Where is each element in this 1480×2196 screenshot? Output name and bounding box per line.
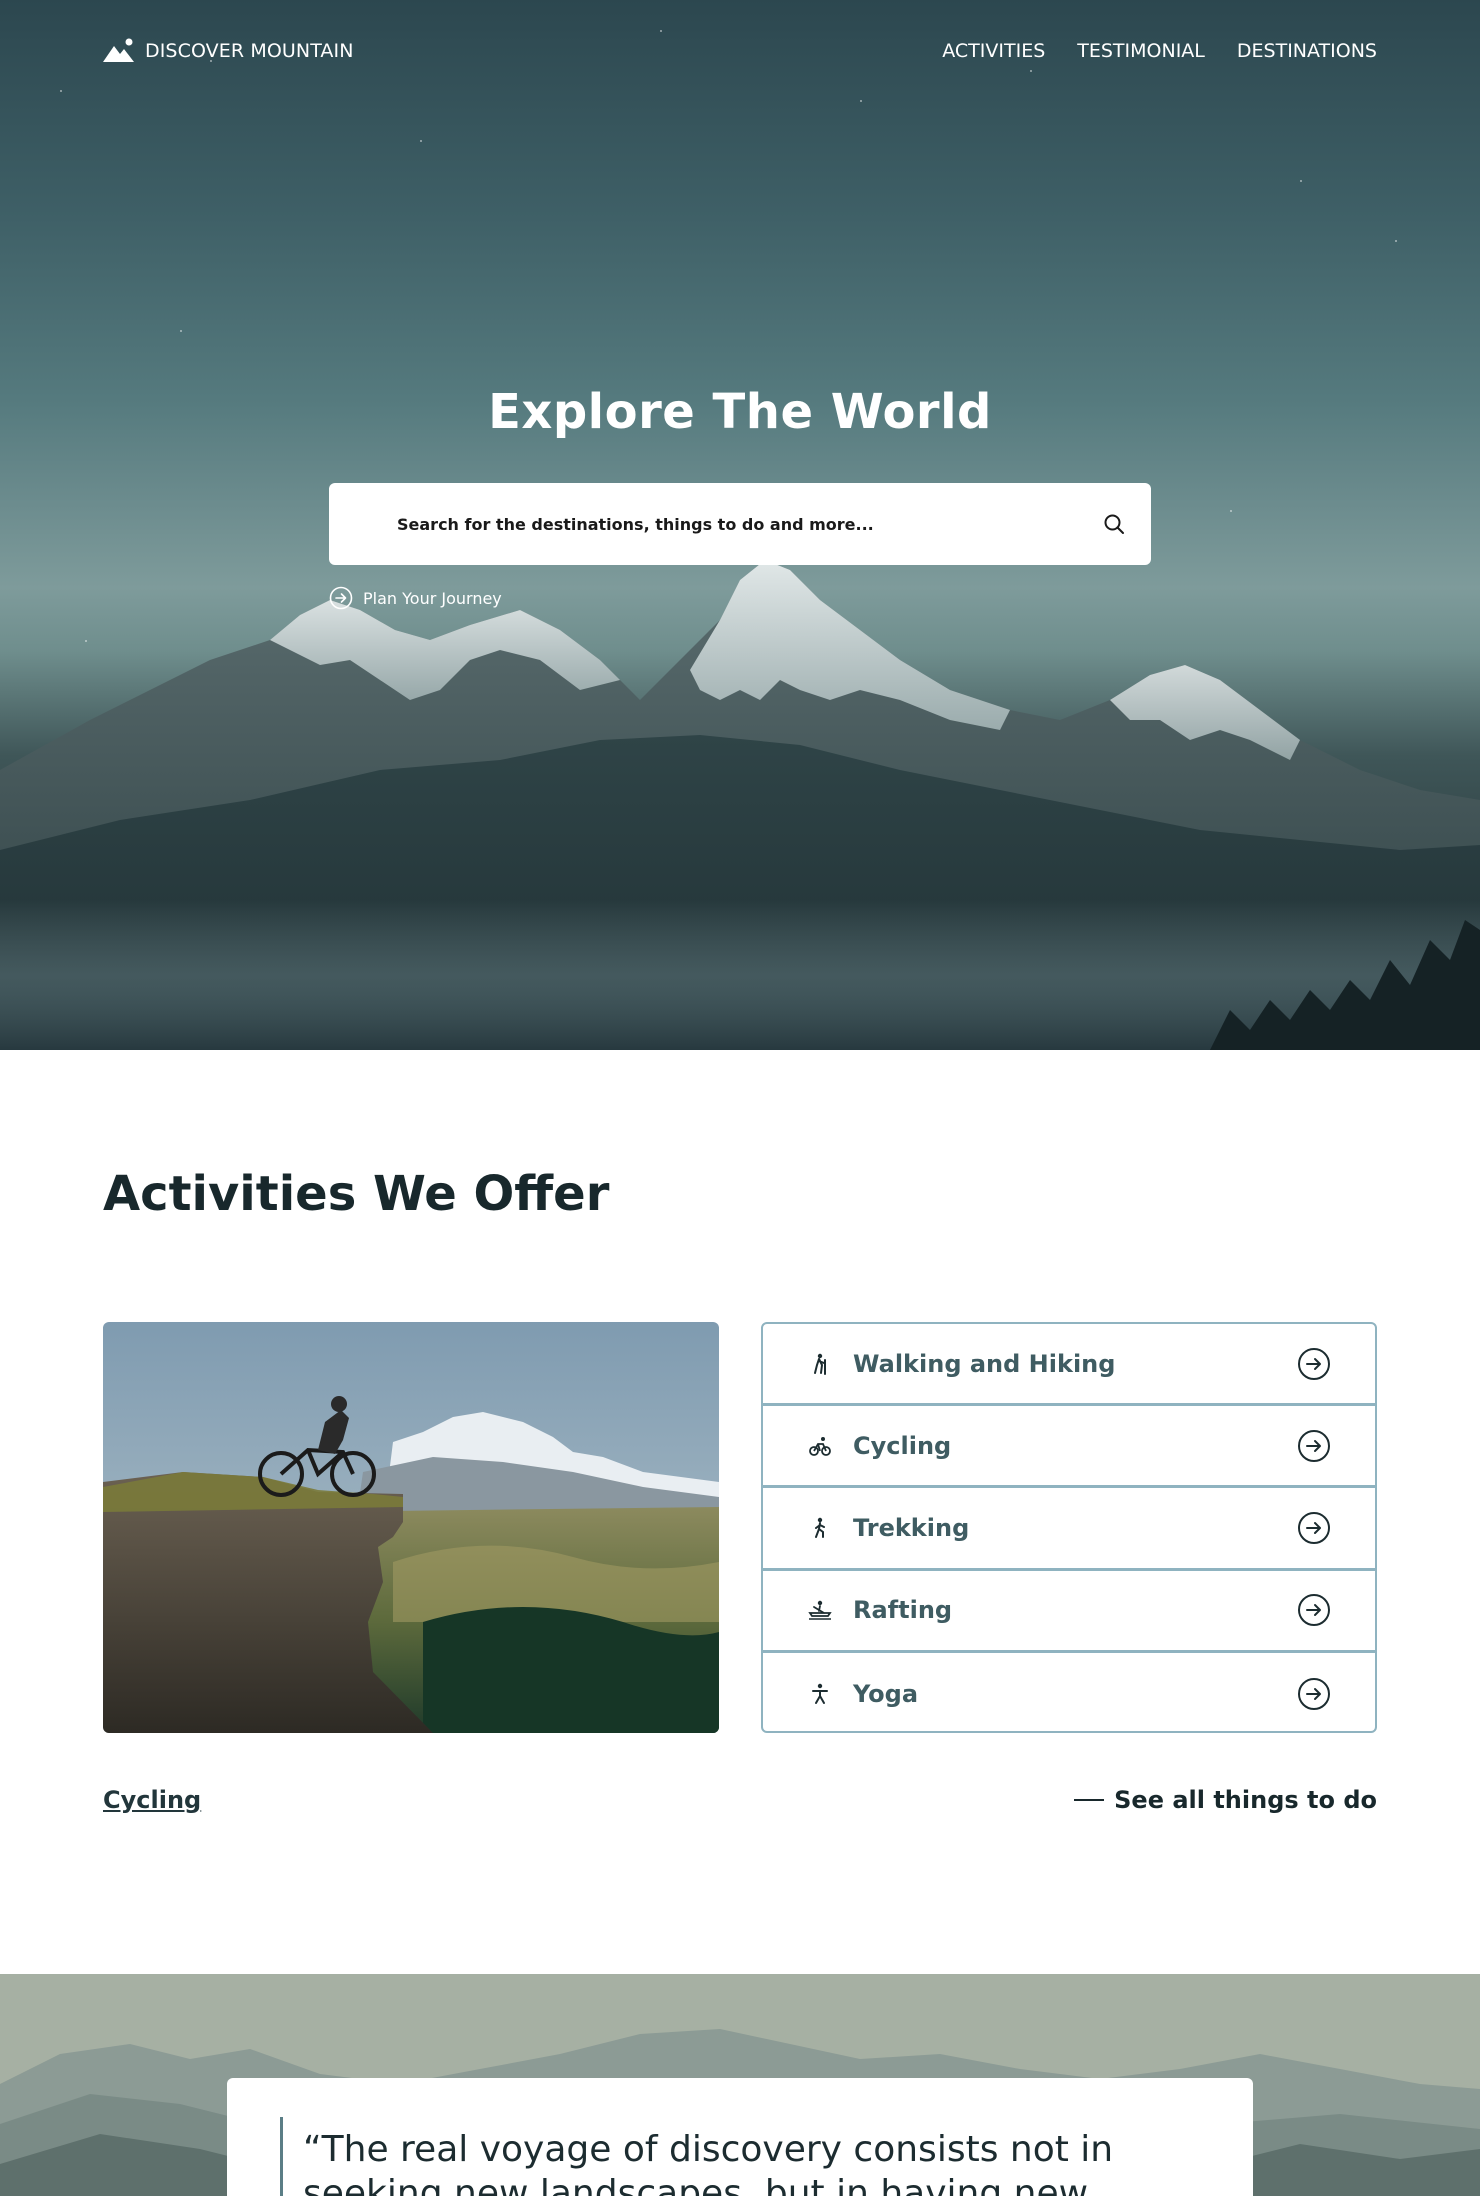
rafting-icon: [807, 1597, 833, 1623]
mountain-icon: [103, 38, 134, 62]
nav-link-activities[interactable]: ACTIVITIES: [942, 40, 1045, 62]
cyclist-on-cliff-image: [103, 1322, 719, 1733]
yoga-icon: [807, 1681, 833, 1707]
nav-links: ACTIVITIES TESTIMONIAL DESTINATIONS: [942, 40, 1377, 62]
arrow-circle-icon: [1298, 1677, 1330, 1710]
top-navbar: DISCOVER MOUNTAIN ACTIVITIES TESTIMONIAL…: [103, 36, 1377, 66]
activity-label: Cycling: [853, 1431, 952, 1460]
quote-accent-bar: [280, 2117, 283, 2196]
search-icon: [1104, 514, 1124, 534]
arrow-circle-icon: [329, 586, 353, 610]
arrow-circle-icon: [1298, 1594, 1330, 1627]
search-input[interactable]: [397, 514, 1097, 534]
activity-item-yoga[interactable]: Yoga: [763, 1653, 1375, 1731]
activity-label: Trekking: [853, 1513, 970, 1542]
activities-title: Activities We Offer: [103, 1166, 610, 1222]
selected-activity-link[interactable]: Cycling: [103, 1786, 201, 1814]
see-all-label: See all things to do: [1114, 1786, 1377, 1814]
dash-line: [1074, 1799, 1105, 1801]
arrow-circle-icon: [1298, 1511, 1330, 1544]
nav-link-testimonial[interactable]: TESTIMONIAL: [1077, 40, 1205, 62]
testimonial-quote: “The real voyage of discovery consists n…: [303, 2129, 1114, 2196]
activity-item-walking-and-hiking[interactable]: Walking and Hiking: [763, 1324, 1375, 1407]
plan-journey-label: Plan Your Journey: [363, 588, 502, 608]
see-all-link[interactable]: See all things to do: [1074, 1786, 1377, 1814]
arrow-circle-icon: [1298, 1347, 1330, 1380]
activity-item-rafting[interactable]: Rafting: [763, 1571, 1375, 1653]
testimonial-card: “The real voyage of discovery consists n…: [227, 2078, 1253, 2196]
trekking-icon: [807, 1515, 833, 1541]
search-button[interactable]: [1097, 507, 1131, 541]
hero-title: Explore The World: [488, 384, 992, 440]
activity-item-cycling[interactable]: Cycling: [763, 1406, 1375, 1489]
activity-image: [103, 1322, 719, 1733]
activity-label: Rafting: [853, 1596, 953, 1625]
arrow-circle-icon: [1298, 1429, 1330, 1462]
search-bar: [329, 483, 1151, 565]
brand-logo[interactable]: DISCOVER MOUNTAIN: [103, 38, 354, 64]
brand-name: DISCOVER MOUNTAIN: [145, 40, 354, 62]
cycling-icon: [807, 1433, 833, 1459]
activity-label: Yoga: [853, 1679, 919, 1708]
plan-journey-link[interactable]: Plan Your Journey: [329, 586, 502, 610]
activity-label: Walking and Hiking: [853, 1349, 1116, 1378]
hiking-icon: [807, 1351, 833, 1377]
activity-list: Walking and Hiking Cycling Trekking Raft…: [761, 1322, 1377, 1733]
hero-section: DISCOVER MOUNTAIN ACTIVITIES TESTIMONIAL…: [0, 0, 1480, 1050]
activity-item-trekking[interactable]: Trekking: [763, 1488, 1375, 1571]
nav-link-destinations[interactable]: DESTINATIONS: [1237, 40, 1377, 62]
